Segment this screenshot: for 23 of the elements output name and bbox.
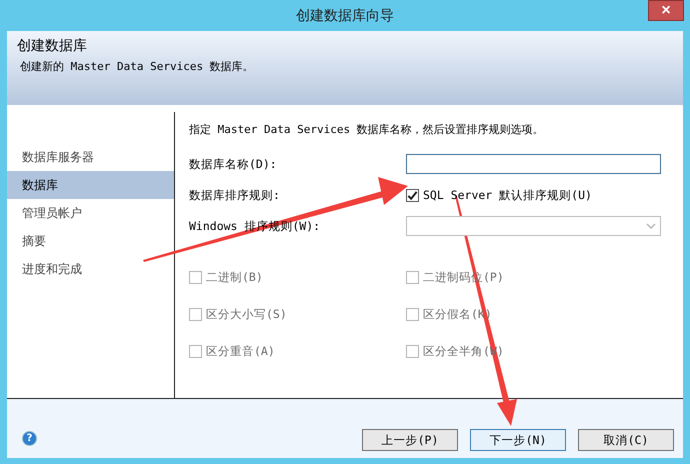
page-subtitle: 创建新的 Master Data Services 数据库。	[19, 59, 255, 74]
checkbox-label: 二进制(B)	[206, 270, 263, 284]
checkbox-label: SQL Server 默认排序规则(U)	[423, 188, 592, 202]
checkbox-label: 区分大小写(S)	[206, 306, 287, 322]
page-title: 创建数据库	[17, 37, 88, 55]
sidebar-item[interactable]: 数据库服务器	[7, 143, 174, 171]
checkbox[interactable]	[406, 188, 419, 202]
wizard-button[interactable]: 下一步(N)	[470, 429, 566, 451]
checkbox-label: 区分重音(A)	[206, 344, 275, 358]
field-label: 数据库名称(D):	[189, 156, 277, 172]
window-title: 创建数据库向导	[296, 6, 394, 24]
help-icon[interactable]: ?	[22, 431, 37, 446]
instruction-text: 指定 Master Data Services 数据库名称，然后设置排序规则选项。	[189, 122, 545, 137]
input-field[interactable]	[406, 154, 661, 174]
wizard-button[interactable]: 上一步(P)	[362, 429, 458, 451]
sidebar-item[interactable]: 摘要	[7, 227, 174, 255]
sidebar-item[interactable]: 进度和完成	[7, 255, 174, 283]
field-label: 数据库排序规则:	[189, 188, 280, 202]
sidebar-item[interactable]: 数据库	[7, 171, 174, 199]
close-button[interactable]: ×	[648, 0, 684, 21]
chevron-icon	[646, 223, 656, 229]
wizard-button[interactable]: 取消(C)	[578, 429, 674, 451]
sidebar-item[interactable]: 管理员帐户	[7, 199, 174, 227]
